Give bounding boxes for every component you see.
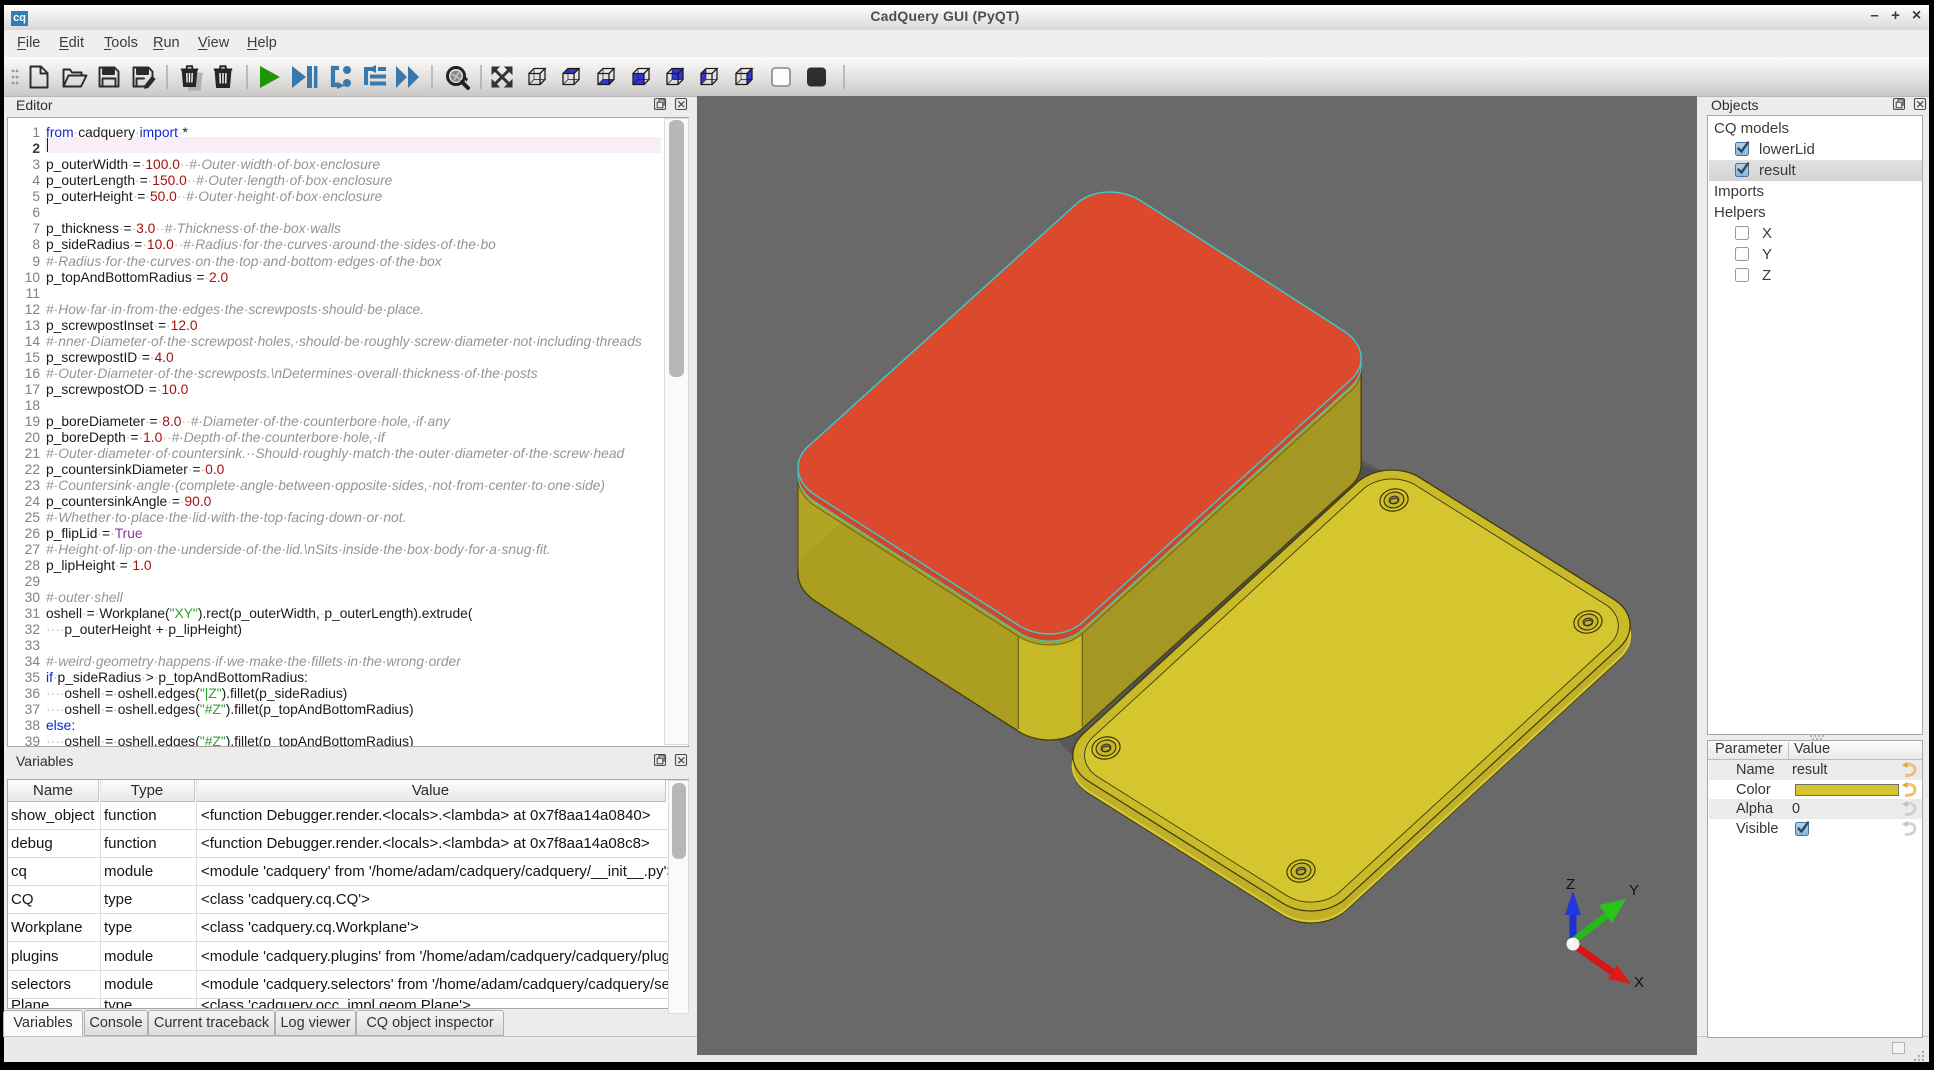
svg-text:Z: Z [1566,876,1575,893]
svg-text:X: X [1634,974,1644,991]
svg-text:Y: Y [1629,882,1639,899]
